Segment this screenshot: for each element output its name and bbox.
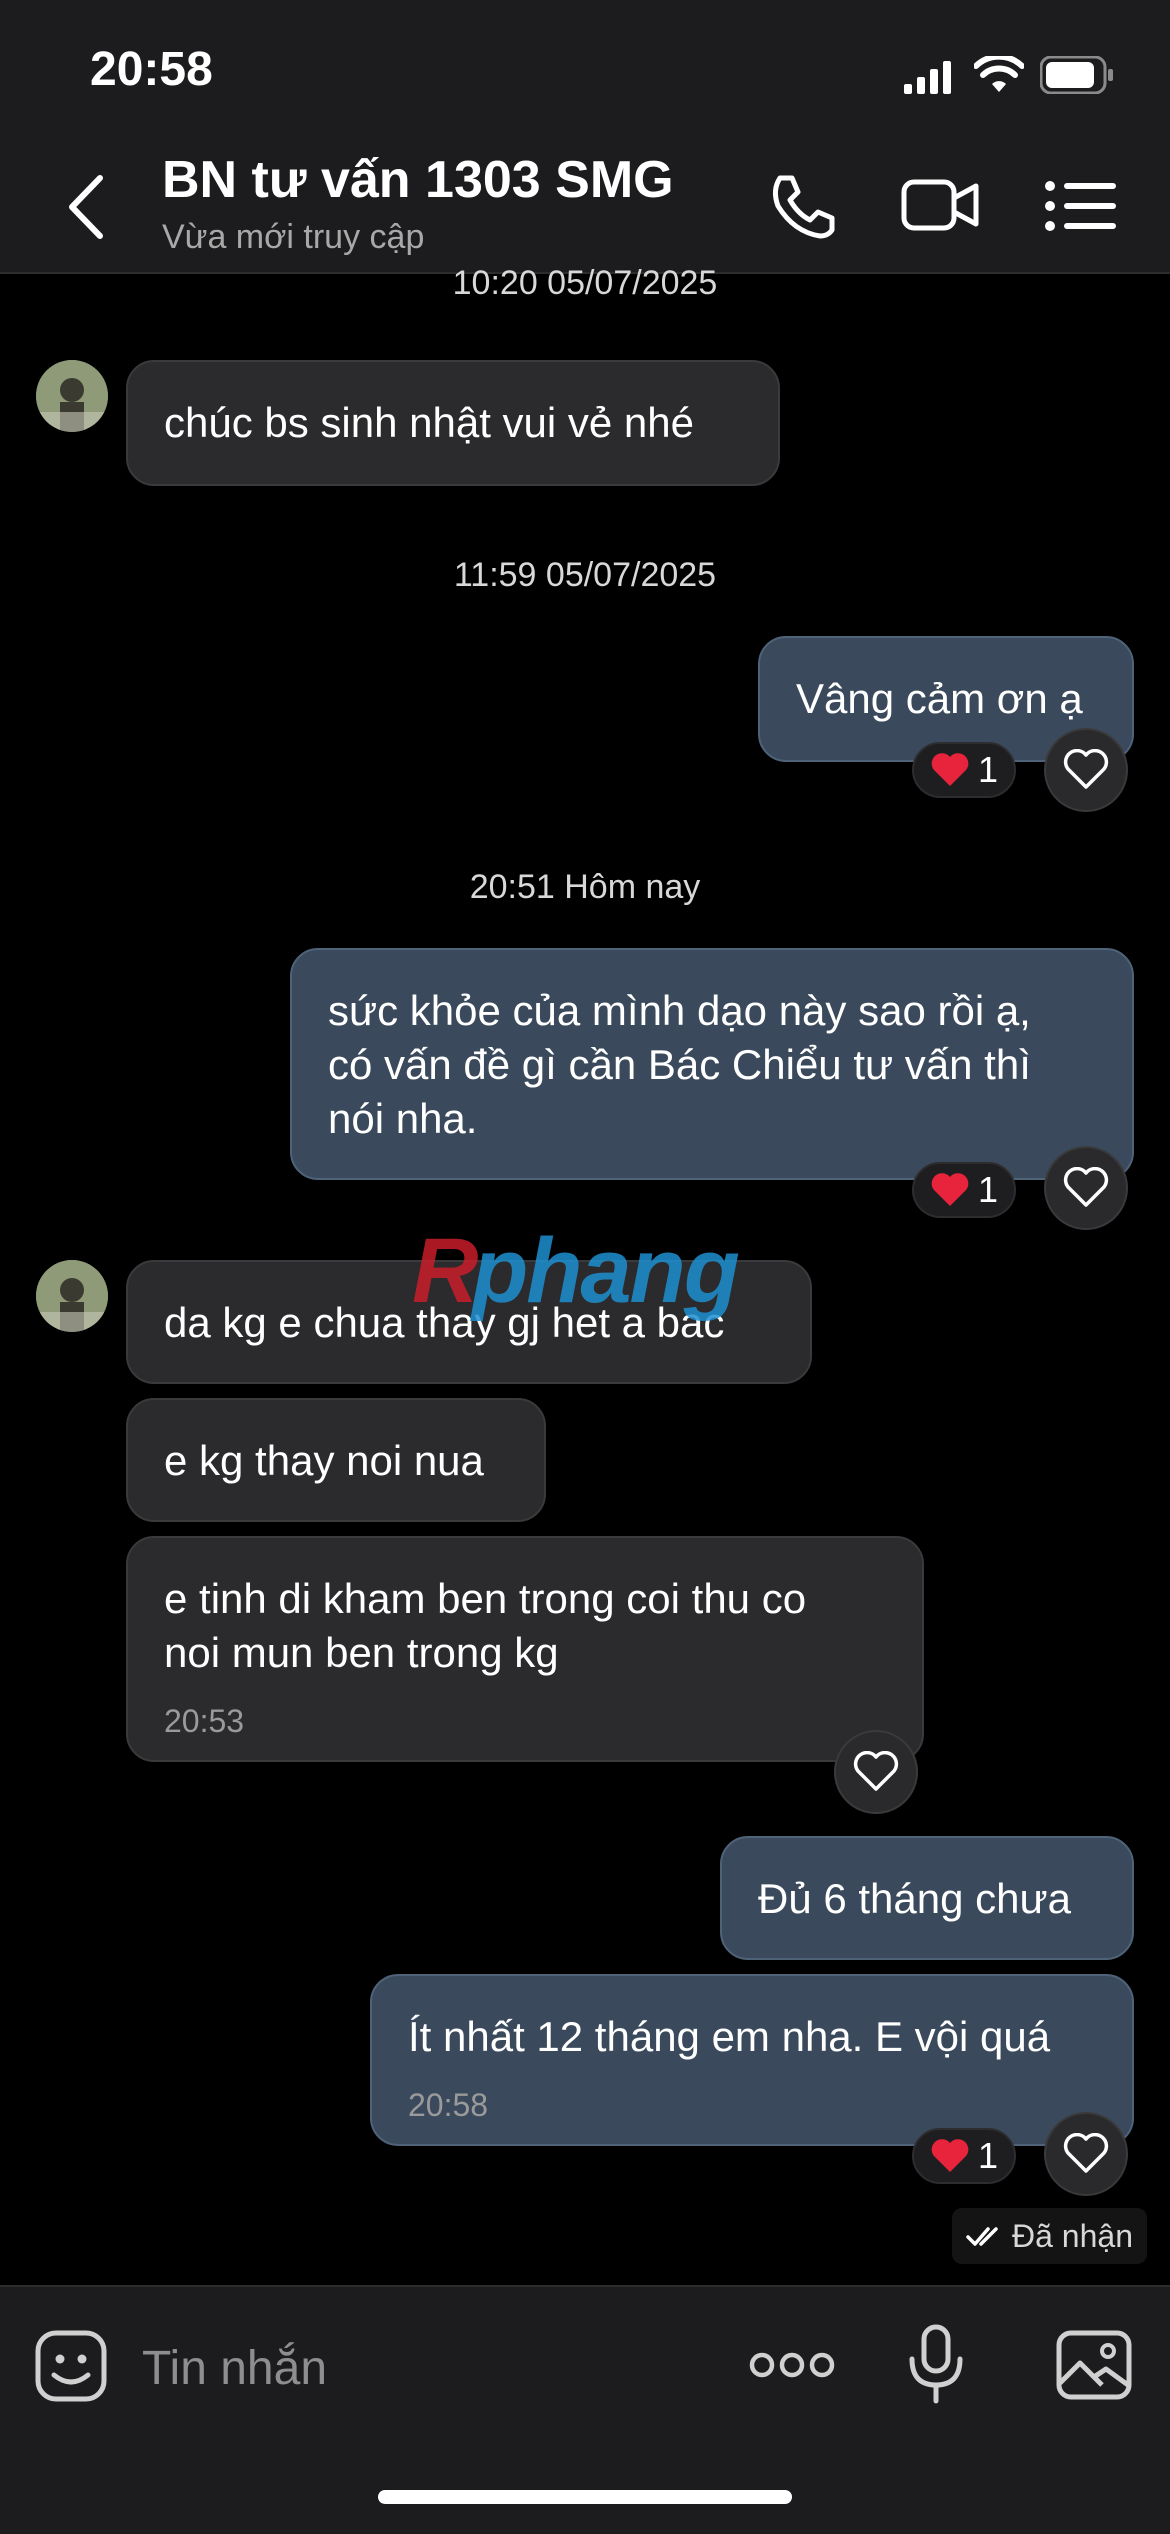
phone-icon[interactable]	[764, 170, 844, 242]
react-button[interactable]	[834, 1730, 918, 1814]
react-button[interactable]	[1044, 1146, 1128, 1230]
battery-icon	[1040, 56, 1113, 94]
message-text: e kg thay noi nua	[164, 1437, 484, 1484]
reaction-count[interactable]: 1	[912, 1162, 1017, 1218]
message-line: có vấn đề gì cần Bác Chiểu tư vấn thì	[328, 1041, 1031, 1088]
message-text: chúc bs sinh nhật vui vẻ nhé	[164, 399, 695, 446]
top-bar: 20:58 BN tư vấn 1303 SMG Vừa mới truy cậ…	[0, 0, 1170, 274]
menu-list-icon[interactable]	[1040, 170, 1120, 242]
sticker-icon[interactable]	[34, 2329, 108, 2403]
heart-reaction-icon	[931, 753, 969, 786]
reaction-number: 1	[978, 1169, 999, 1210]
message-text: Vâng cảm ơn ạ	[796, 675, 1083, 722]
avatar[interactable]	[36, 360, 108, 432]
message-text: Ít nhất 12 tháng em nha. E vội quá	[408, 2013, 1051, 2060]
message-time: 20:53	[164, 1703, 245, 1739]
watermark-logo: R phang	[412, 1220, 741, 1322]
home-indicator	[378, 2490, 792, 2504]
message-line: sức khỏe của mình dạo này sao rồi ạ,	[328, 987, 1031, 1034]
timestamp-divider: 10:20 05/07/2025	[452, 264, 718, 302]
svg-text:R: R	[412, 1220, 478, 1322]
heart-reaction-icon	[931, 1173, 969, 1206]
message-line: nói nha.	[328, 1095, 478, 1142]
reaction-number: 1	[978, 2135, 999, 2176]
heart-outline-icon	[853, 1751, 899, 1791]
reaction-count[interactable]: 1	[912, 742, 1017, 798]
message-input[interactable]	[140, 2329, 704, 2407]
chat-subtitle: Vừa mới truy cập	[162, 218, 425, 256]
double-check-icon	[966, 2227, 998, 2246]
message-text: Đủ 6 tháng chưa	[758, 1875, 1071, 1922]
signal-icon	[904, 61, 951, 94]
chat-title[interactable]: BN tư vấn 1303 SMG	[162, 150, 674, 210]
heart-outline-icon	[1063, 2133, 1109, 2173]
more-options-icon[interactable]	[748, 2347, 836, 2383]
incoming-message[interactable]: e tinh di kham ben trong coi thu co noi …	[126, 1536, 924, 1762]
message-line: noi mun ben trong kg	[164, 1629, 559, 1676]
status-time: 20:58	[90, 43, 213, 96]
incoming-message[interactable]: chúc bs sinh nhật vui vẻ nhé	[126, 360, 780, 486]
incoming-message[interactable]: e kg thay noi nua	[126, 1398, 546, 1522]
avatar[interactable]	[36, 1260, 108, 1332]
outgoing-message[interactable]: Đủ 6 tháng chưa	[720, 1836, 1134, 1960]
delivery-status-text: Đã nhận	[1012, 2217, 1133, 2254]
microphone-icon[interactable]	[906, 2323, 966, 2407]
timestamp-divider: 11:59 05/07/2025	[453, 556, 717, 594]
react-button[interactable]	[1044, 728, 1128, 812]
reaction-count[interactable]: 1	[912, 2128, 1017, 2184]
outgoing-message[interactable]: Ít nhất 12 tháng em nha. E vội quá 20:58	[370, 1974, 1134, 2146]
heart-outline-icon	[1063, 749, 1109, 789]
heart-reaction-icon	[931, 2139, 969, 2172]
message-line: e tinh di kham ben trong coi thu co	[164, 1575, 807, 1622]
wifi-icon	[974, 56, 1024, 92]
outgoing-message[interactable]: sức khỏe của mình dạo này sao rồi ạ, có …	[290, 948, 1134, 1180]
svg-text:phang: phang	[469, 1220, 739, 1322]
heart-outline-icon	[1063, 1167, 1109, 1207]
image-gallery-icon[interactable]	[1056, 2329, 1132, 2401]
timestamp-divider: 20:51 Hôm nay	[469, 868, 701, 906]
delivery-status: Đã nhận	[952, 2208, 1147, 2264]
reaction-number: 1	[978, 749, 999, 790]
video-call-icon[interactable]	[900, 170, 980, 242]
message-time: 20:58	[408, 2087, 489, 2123]
react-button[interactable]	[1044, 2112, 1128, 2196]
back-chevron-icon[interactable]	[60, 172, 116, 242]
